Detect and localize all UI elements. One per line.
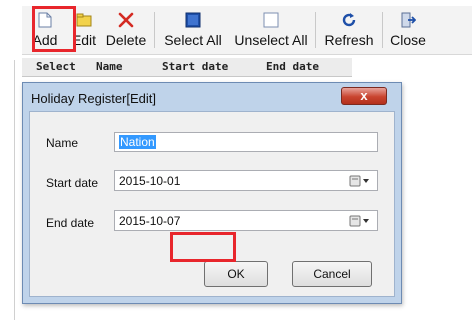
refresh-icon [341,10,357,30]
start-date-field[interactable]: 2015-10-01 [114,170,378,191]
edit-button[interactable]: Edit [68,6,100,54]
toolbar-separator [382,12,383,48]
refresh-label: Refresh [324,32,374,48]
delete-x-icon [118,10,134,30]
add-label: Add [32,32,58,48]
toolbar: Add Edit Delete Select All Unselect All … [22,6,472,55]
exit-icon [400,10,416,30]
name-label: Name [46,136,79,150]
toolbar-separator [154,12,155,48]
start-date-label: Start date [46,176,99,190]
select-all-icon [185,10,201,30]
ok-button[interactable]: OK [204,261,268,287]
cancel-button[interactable]: Cancel [292,261,372,287]
edit-folder-icon [76,10,92,30]
column-header-start-date[interactable]: Start date [162,60,228,73]
unselect-all-icon [263,10,279,30]
delete-button[interactable]: Delete [100,6,152,54]
column-header-name[interactable]: Name [96,60,123,73]
grid-left-border [14,60,15,320]
calendar-icon[interactable] [349,173,371,188]
end-date-value: 2015-10-07 [119,214,181,228]
toolbar-separator [315,12,316,48]
select-all-label: Select All [164,32,222,48]
end-date-field[interactable]: 2015-10-07 [114,210,378,231]
column-header-end-date[interactable]: End date [266,60,319,73]
add-button[interactable]: Add [22,6,68,54]
new-document-icon [38,10,52,30]
name-field[interactable]: Nation [114,132,378,152]
end-date-label: End date [46,216,95,230]
start-date-value: 2015-10-01 [119,174,181,188]
dialog-body: Name Nation Start date 2015-10-01 End da… [29,111,395,297]
unselect-all-button[interactable]: Unselect All [229,6,313,54]
unselect-all-label: Unselect All [234,32,308,48]
grid-header: Select Name Start date End date [22,58,352,77]
dialog-close-button[interactable]: x [341,87,387,105]
calendar-icon[interactable] [349,213,371,228]
column-header-select[interactable]: Select [36,60,76,73]
delete-label: Delete [105,32,147,48]
name-value: Nation [119,135,156,149]
select-all-button[interactable]: Select All [157,6,229,54]
refresh-button[interactable]: Refresh [318,6,380,54]
holiday-register-dialog: Holiday Register[Edit] x Name Nation Sta… [22,82,402,304]
close-x-icon: x [360,88,368,103]
dialog-title: Holiday Register[Edit] [31,91,156,106]
edit-label: Edit [71,32,97,48]
close-label: Close [390,32,426,48]
close-button[interactable]: Close [385,6,431,54]
